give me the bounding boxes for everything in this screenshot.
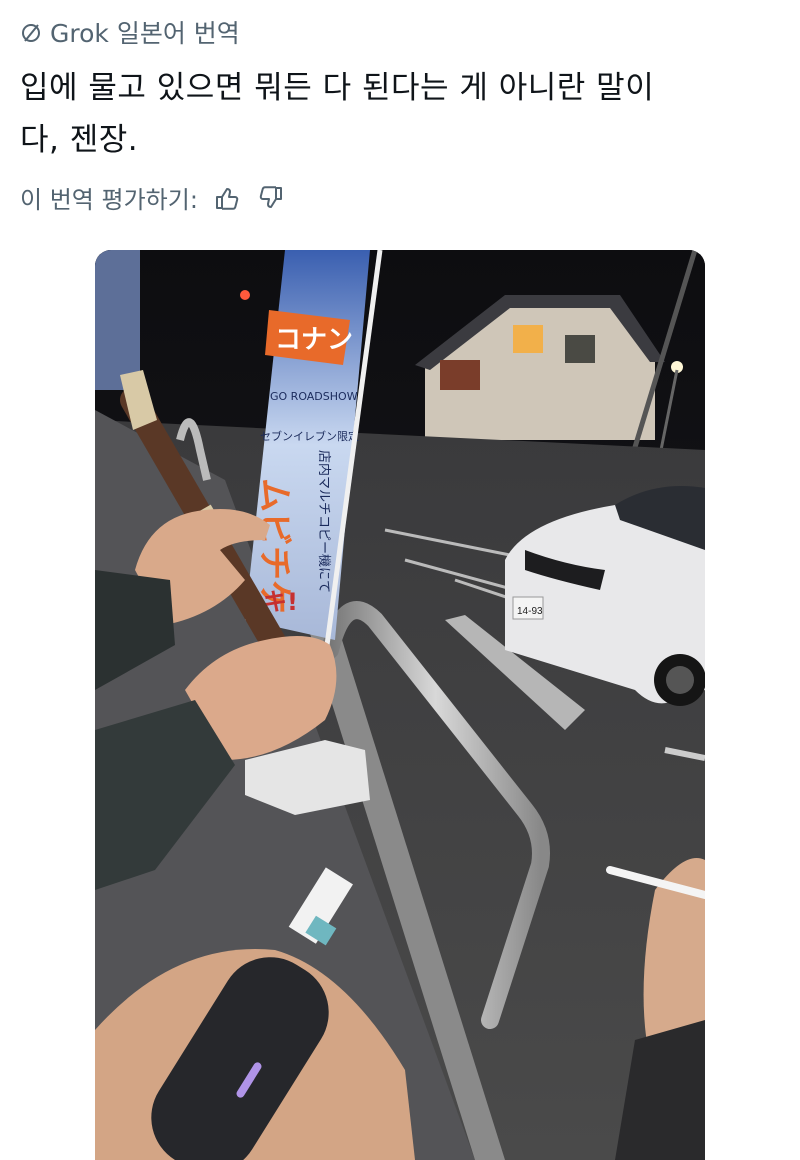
thumbs-down-icon[interactable] xyxy=(256,183,286,213)
banner-side-text: 店内マルチコピー機にて xyxy=(316,450,332,593)
rate-translation-row: 이 번역 평가하기: xyxy=(20,180,286,215)
license-plate-text: 14-93 xyxy=(517,606,543,617)
translated-line-2: 다, 젠장. xyxy=(20,122,139,158)
slash-circle-icon xyxy=(20,21,42,43)
rate-label: 이 번역 평가하기: xyxy=(20,186,198,214)
translated-text: 입에 물고 있으면 뭐든 다 된다는 게 아니란 말이 다, 젠장. xyxy=(20,62,780,166)
thumbs-up-icon[interactable] xyxy=(212,183,242,213)
grok-translation-header: Grok 일본어 번역 xyxy=(20,14,240,50)
header-label: Grok 일본어 번역 xyxy=(50,19,240,48)
banner-show: GO ROADSHOW xyxy=(270,390,358,403)
banner-title: コナン xyxy=(275,325,353,355)
attached-photo[interactable]: 14-93 コナン GO ROADSHOW セブンイレブン限定 ムビチケ 店内マ… xyxy=(95,250,705,1160)
banner-subtitle: セブンイレブン限定 xyxy=(260,429,359,443)
translated-line-1: 입에 물고 있으면 뭐든 다 된다는 게 아니란 말이 xyxy=(20,70,655,106)
